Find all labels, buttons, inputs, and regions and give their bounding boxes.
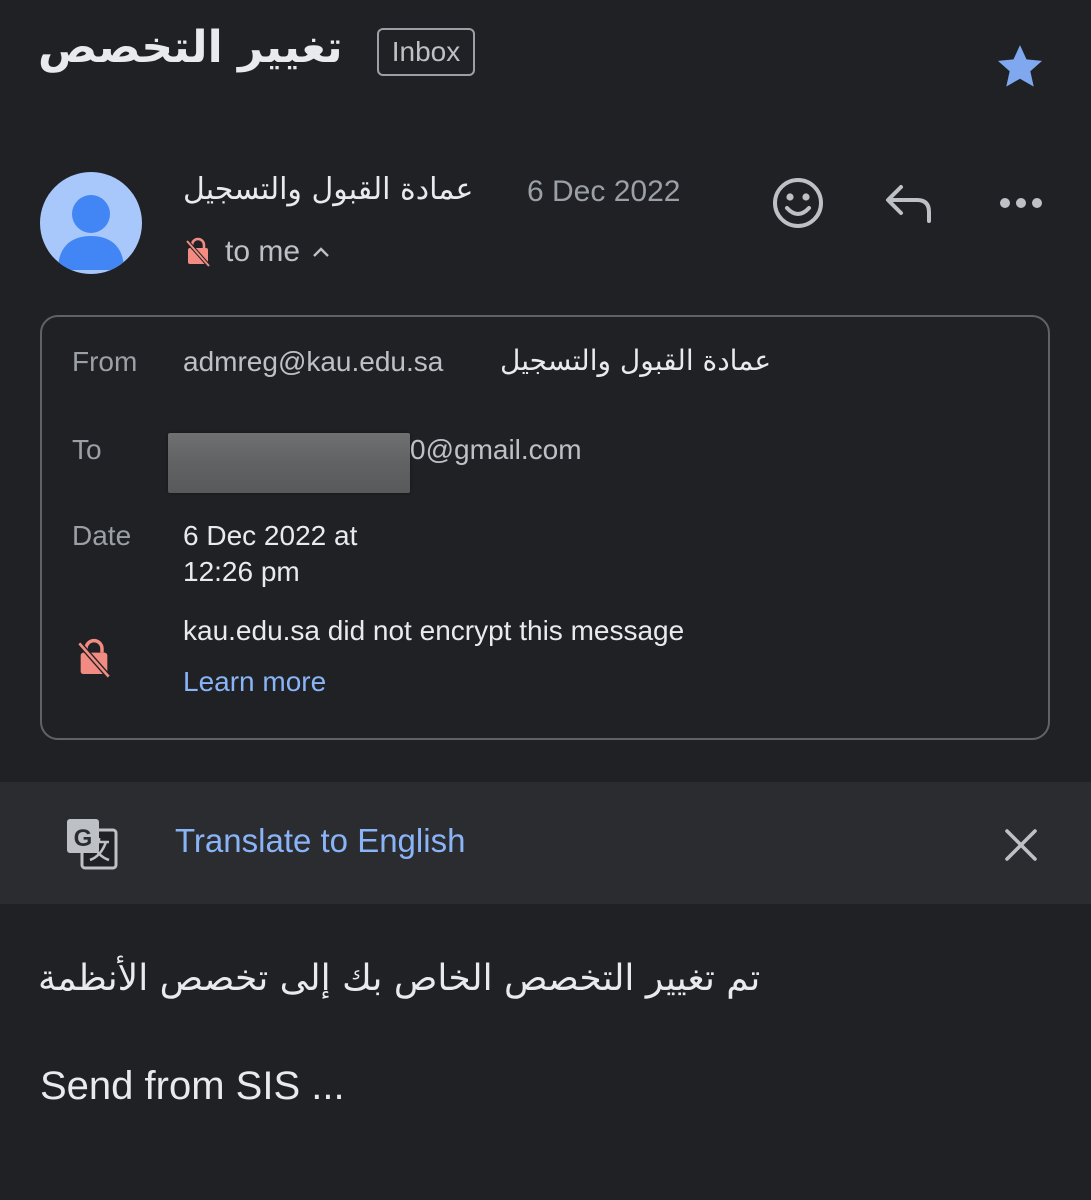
emoji-icon xyxy=(773,178,823,228)
to-label: To xyxy=(72,434,102,465)
sender-avatar[interactable] xyxy=(40,172,142,274)
message-body-text: تم تغيير التخصص الخاص بك إلى تخصص الأنظم… xyxy=(38,958,761,999)
from-label: From xyxy=(72,346,138,377)
date-line-2: 12:26 pm xyxy=(183,556,300,587)
from-email[interactable]: admreg@kau.edu.sa xyxy=(183,346,443,378)
unencrypted-lock-icon xyxy=(185,237,211,267)
from-display-name: عمادة القبول والتسجيل xyxy=(500,344,772,377)
translate-icon-wrap: G xyxy=(64,816,120,872)
inbox-label-chip[interactable]: Inbox xyxy=(377,28,475,76)
reply-icon xyxy=(886,185,931,223)
redacted-block xyxy=(168,433,410,493)
date-line-1: 6 Dec 2022 at xyxy=(183,520,358,551)
translate-button[interactable]: Translate to English xyxy=(175,822,465,860)
message-signature: Send from SIS ... xyxy=(40,1064,345,1108)
close-icon xyxy=(1005,829,1037,861)
more-horizontal-icon xyxy=(1000,198,1042,208)
encryption-warning-icon-wrap xyxy=(76,638,112,682)
learn-more-link[interactable]: Learn more xyxy=(183,666,326,698)
date-label: Date xyxy=(72,520,132,551)
email-subject: تغيير التخصص xyxy=(38,22,343,73)
star-button[interactable] xyxy=(993,40,1047,94)
sender-name[interactable]: عمادة القبول والتسجيل xyxy=(183,172,473,207)
svg-text:G: G xyxy=(74,825,93,852)
sender-date: 6 Dec 2022 xyxy=(527,175,681,208)
close-translate-button[interactable] xyxy=(998,822,1044,868)
person-icon xyxy=(58,195,124,270)
recipient-summary: to me xyxy=(225,235,301,268)
more-options-button[interactable] xyxy=(992,178,1050,228)
add-reaction-button[interactable] xyxy=(767,172,829,234)
chevron-up-icon xyxy=(313,247,329,257)
translate-banner xyxy=(0,782,1091,904)
unencrypted-lock-icon xyxy=(77,639,111,679)
translate-icon: G xyxy=(67,819,118,870)
reply-button[interactable] xyxy=(880,176,938,230)
to-email-suffix[interactable]: 0@gmail.com xyxy=(410,434,582,466)
encryption-notice: kau.edu.sa did not encrypt this message xyxy=(183,615,685,646)
recipient-toggle[interactable]: to me xyxy=(185,232,330,272)
star-icon xyxy=(997,45,1043,87)
